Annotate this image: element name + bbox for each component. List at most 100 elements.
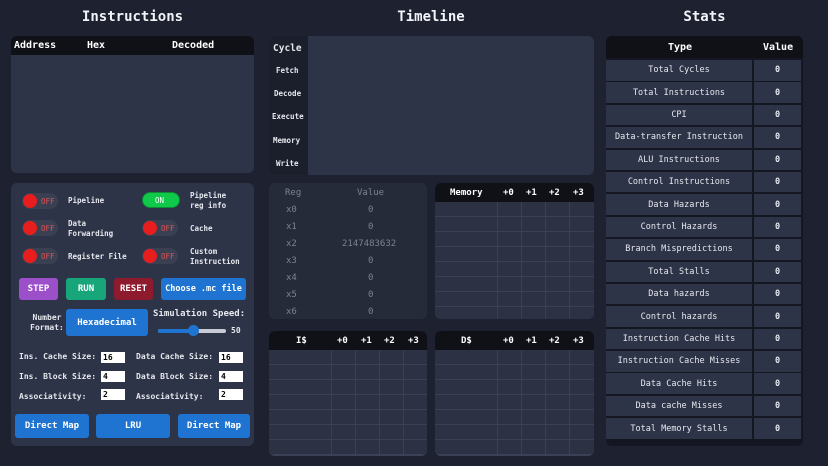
- stats-panel: Type Value Total Cycles 0 Total Instructio…: [606, 36, 803, 446]
- icache-header-row: I$ +0 +1 +2 +3: [269, 331, 427, 350]
- stats-value-cell: 0: [754, 171, 801, 193]
- reg-x1: x1: [286, 222, 297, 232]
- stats-row: Total Stalls 0: [606, 261, 803, 283]
- ins-block-size-input[interactable]: 4: [101, 371, 125, 382]
- stats-type-cell: Instruction Cache Misses: [606, 351, 752, 372]
- cache-toggle[interactable]: OFF: [142, 220, 178, 236]
- instructions-title: Instructions: [81, 9, 184, 25]
- reg-header: Reg: [285, 188, 302, 198]
- reg-x6: x6: [286, 307, 297, 317]
- number-format-button[interactable]: Hexadecimal: [66, 309, 148, 336]
- ins-cache-size-label: Ins. Cache Size:: [19, 352, 97, 361]
- data-associativity-label: Associativity:: [136, 392, 204, 401]
- timeline-row-decode: Decode: [274, 89, 302, 98]
- icache-grid: [269, 350, 427, 456]
- speed-slider-track[interactable]: [158, 325, 226, 336]
- data-cache-size-label: Data Cache Size:: [136, 352, 214, 361]
- ins-mapping-button[interactable]: Direct Map: [15, 414, 89, 438]
- cache-label: Cache: [190, 224, 213, 233]
- speed-slider-thumb[interactable]: [188, 325, 199, 336]
- stats-value-cell: 0: [754, 395, 801, 417]
- timeline-title: Timeline: [397, 9, 465, 25]
- data-mapping-button[interactable]: Direct Map: [178, 414, 250, 438]
- icache-panel: I$ +0 +1 +2 +3: [269, 331, 427, 456]
- stats-row: Control Hazards 0: [606, 216, 803, 238]
- ins-block-size-label: Ins. Block Size:: [19, 372, 97, 381]
- data-associativity-input[interactable]: 2: [219, 389, 243, 400]
- ins-associativity-input[interactable]: 2: [101, 389, 125, 400]
- reg-x5: x5: [286, 290, 297, 300]
- pipeline-toggle[interactable]: OFF: [22, 193, 58, 209]
- ins-associativity-label: Associativity:: [19, 392, 87, 401]
- stats-type-header: Type: [668, 42, 693, 53]
- dcache-grid: [435, 350, 594, 456]
- reg-x0: x0: [286, 205, 297, 215]
- data-forwarding-label: Data Forwarding: [68, 219, 114, 238]
- register-file-label: Register File: [68, 252, 127, 261]
- decoded-header: Decoded: [172, 40, 215, 51]
- stats-type-cell: Total Memory Stalls: [606, 418, 752, 439]
- stats-row: Total Cycles 0: [606, 60, 803, 81]
- memory-col-0: +0: [503, 188, 514, 198]
- stats-type-cell: Data cache Misses: [606, 395, 752, 417]
- pipeline-label: Pipeline: [68, 196, 105, 205]
- stats-value-cell: 0: [754, 127, 801, 148]
- icache-col-1: +1: [361, 336, 372, 346]
- reg-x2: x2: [286, 239, 297, 249]
- reg-x6-value: 0: [368, 307, 374, 317]
- ins-cache-size-input[interactable]: 16: [101, 352, 125, 363]
- simulation-speed-label: Simulation Speed:: [153, 309, 246, 319]
- stats-value-cell: 0: [754, 351, 801, 372]
- memory-header: Memory: [450, 188, 483, 198]
- pipeline-reg-info-toggle[interactable]: ON: [142, 192, 180, 208]
- step-button[interactable]: STEP: [19, 278, 58, 300]
- stats-row: Instruction Cache Misses 0: [606, 351, 803, 372]
- stats-type-cell: Total Instructions: [606, 82, 752, 103]
- timeline-row-fetch: Fetch: [276, 66, 299, 75]
- hex-header: Hex: [87, 40, 106, 51]
- stats-title: Stats: [683, 9, 726, 25]
- instructions-header-row: Address Hex Decoded: [11, 36, 254, 55]
- stats-row: Data-transfer Instruction 0: [606, 127, 803, 148]
- reg-x4-value: 0: [368, 273, 374, 283]
- custom-instruction-toggle[interactable]: OFF: [142, 248, 178, 264]
- icache-col-3: +3: [408, 336, 419, 346]
- stats-value-cell: 0: [754, 82, 801, 103]
- register-file-toggle[interactable]: OFF: [22, 248, 58, 264]
- choose-file-button[interactable]: Choose .mc file: [161, 278, 246, 300]
- stats-type-cell: ALU Instructions: [606, 149, 752, 171]
- reset-button[interactable]: RESET: [114, 278, 153, 300]
- number-format-label: Number Format:: [30, 313, 64, 332]
- stats-value-cell: 0: [754, 373, 801, 394]
- stats-value-cell: 0: [754, 239, 801, 260]
- stats-type-cell: Total Stalls: [606, 261, 752, 283]
- dcache-panel: D$ +0 +1 +2 +3: [435, 331, 594, 456]
- reg-x3: x3: [286, 256, 297, 266]
- stats-rows: Total Cycles 0 Total Instructions 0 CPI 0 Data…: [606, 60, 803, 441]
- data-cache-size-input[interactable]: 16: [219, 352, 243, 363]
- stats-row: Control Instructions 0: [606, 171, 803, 193]
- memory-col-3: +3: [573, 188, 584, 198]
- run-button[interactable]: RUN: [66, 278, 106, 300]
- stats-row: ALU Instructions 0: [606, 149, 803, 171]
- stats-row: Data Cache Hits 0: [606, 373, 803, 394]
- data-forwarding-toggle[interactable]: OFF: [22, 220, 58, 236]
- reg-x5-value: 0: [368, 290, 374, 300]
- icache-col-2: +2: [384, 336, 395, 346]
- stats-row: Total Memory Stalls 0: [606, 418, 803, 439]
- stats-row: Total Instructions 0: [606, 82, 803, 103]
- stats-type-cell: CPI: [606, 104, 752, 126]
- data-block-size-label: Data Block Size:: [136, 372, 214, 381]
- stats-type-cell: Control Hazards: [606, 216, 752, 238]
- replacement-policy-button[interactable]: LRU: [96, 414, 170, 438]
- dcache-col-0: +0: [503, 336, 514, 346]
- stats-row: Instruction Cache Hits 0: [606, 328, 803, 350]
- icache-header: I$: [296, 336, 307, 346]
- stats-type-cell: Control hazards: [606, 306, 752, 327]
- icache-col-0: +0: [337, 336, 348, 346]
- stats-type-cell: Data hazards: [606, 283, 752, 305]
- data-block-size-input[interactable]: 4: [219, 371, 243, 382]
- timeline-row-cycle: Cycle: [273, 43, 302, 54]
- stats-value-cell: 0: [754, 261, 801, 283]
- stats-type-cell: Instruction Cache Hits: [606, 328, 752, 350]
